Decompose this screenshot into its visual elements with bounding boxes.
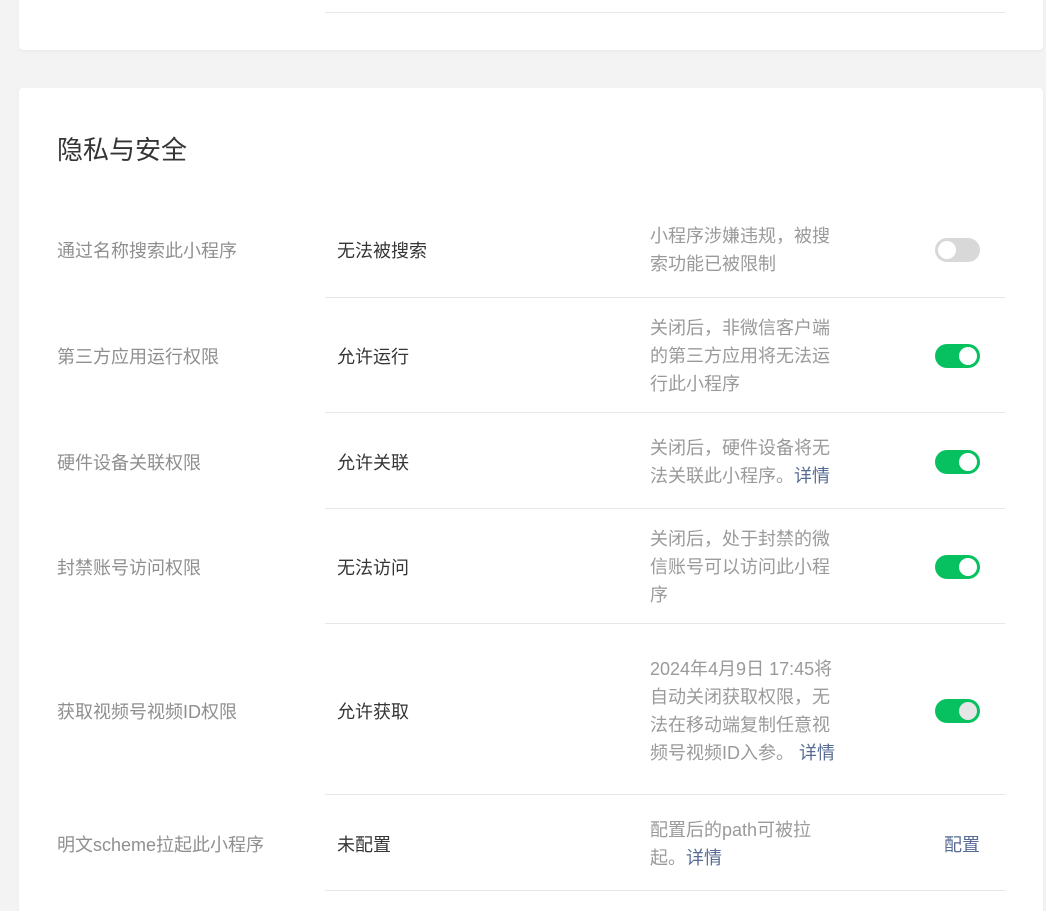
details-link[interactable]: 详情 [794,743,835,763]
configure-link[interactable]: 配置 [944,831,980,857]
description-text: 配置后的path可被拉起。 [650,820,812,868]
switch-knob [959,558,977,576]
setting-label: 通过名称搜索此小程序 [57,241,237,261]
setting-row-search: 通过名称搜索此小程序 无法被搜索 小程序涉嫌违规，被搜索功能已被限制 [19,198,1043,298]
setting-row-hardware: 硬件设备关联权限 允许关联 关闭后，硬件设备将无法关联此小程序。详情 [19,413,1043,509]
description-text: 关闭后，非微信客户端的第三方应用将无法运行此小程序 [650,318,830,394]
banned-account-toggle-switch[interactable] [935,555,980,579]
switch-knob [938,241,956,259]
setting-label: 硬件设备关联权限 [57,453,201,473]
row-divider [325,890,1005,891]
hardware-toggle-switch[interactable] [935,450,980,474]
setting-description: 关闭后，非微信客户端的第三方应用将无法运行此小程序 [650,314,836,398]
setting-label: 获取视频号视频ID权限 [57,702,237,722]
setting-row-scheme: 明文scheme拉起此小程序 未配置 配置后的path可被拉起。详情 配置 [19,795,1043,891]
third-party-toggle-switch[interactable] [935,344,980,368]
setting-row-banned-account: 封禁账号访问权限 无法访问 关闭后，处于封禁的微信账号可以访问此小程序 [19,509,1043,624]
description-text: 关闭后，处于封禁的微信账号可以访问此小程序 [650,529,830,605]
setting-description: 关闭后，处于封禁的微信账号可以访问此小程序 [650,525,836,609]
setting-label: 明文scheme拉起此小程序 [57,835,265,855]
setting-description: 配置后的path可被拉起。详情 [650,816,836,872]
details-link[interactable]: 详情 [686,848,722,868]
setting-value: 无法访问 [337,558,409,578]
privacy-security-card: 隐私与安全 通过名称搜索此小程序 无法被搜索 小程序涉嫌违规，被搜索功能已被限制… [19,88,1043,911]
description-text: 小程序涉嫌违规，被搜索功能已被限制 [650,226,830,274]
setting-label: 封禁账号访问权限 [57,558,201,578]
details-link[interactable]: 详情 [794,466,830,486]
setting-value: 允许获取 [337,702,409,722]
setting-row-video-id: 获取视频号视频ID权限 允许获取 2024年4月9日 17:45将自动关闭获取权… [19,624,1043,795]
search-toggle-switch[interactable] [935,238,980,262]
switch-knob [959,347,977,365]
setting-value: 未配置 [337,835,391,855]
setting-value: 允许运行 [337,347,409,367]
setting-description: 小程序涉嫌违规，被搜索功能已被限制 [650,222,836,278]
setting-value: 允许关联 [337,453,409,473]
section-title: 隐私与安全 [57,135,188,165]
row-divider [325,12,1005,13]
switch-knob [959,702,977,720]
previous-section-card [19,0,1043,50]
setting-description: 2024年4月9日 17:45将自动关闭获取权限，无法在移动端复制任意视频号视频… [650,655,836,767]
switch-knob [959,453,977,471]
video-id-toggle-switch[interactable] [935,699,980,723]
setting-value: 无法被搜索 [337,241,427,261]
setting-label: 第三方应用运行权限 [57,347,219,367]
setting-row-third-party: 第三方应用运行权限 允许运行 关闭后，非微信客户端的第三方应用将无法运行此小程序 [19,298,1043,413]
setting-description: 关闭后，硬件设备将无法关联此小程序。详情 [650,434,836,490]
